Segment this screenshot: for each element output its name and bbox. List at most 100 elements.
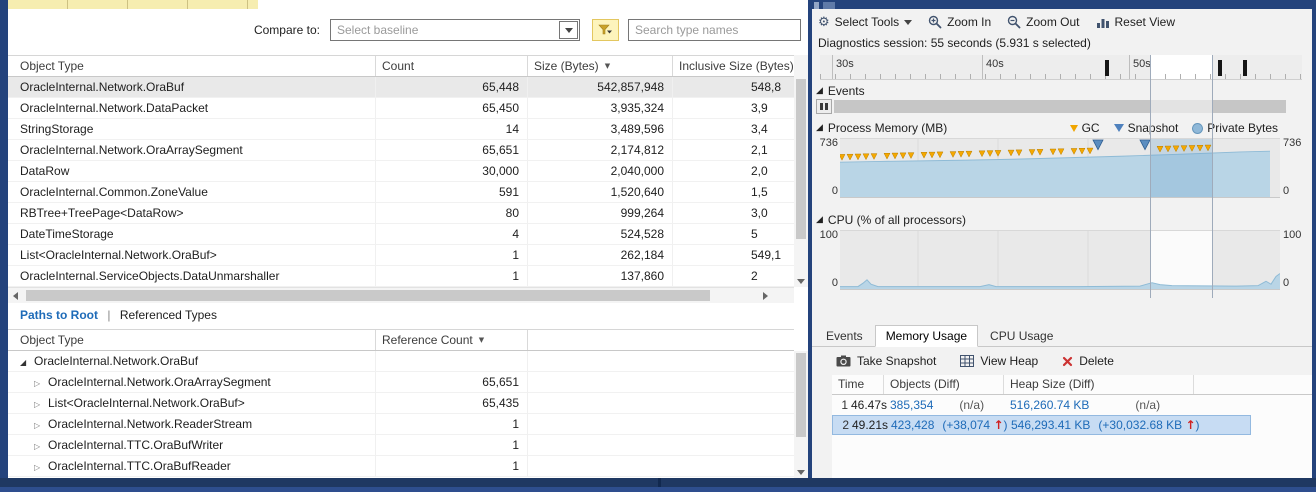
tree-row[interactable]: ▷ OracleInternal.TTC.OraBufReader 1 bbox=[8, 456, 794, 477]
expander-collapsed-icon[interactable]: ▷ bbox=[34, 373, 44, 393]
column-header-count[interactable]: Count bbox=[376, 56, 528, 76]
table-row[interactable]: RBTree+TreePage<DataRow> 80 999,264 3,0 bbox=[8, 203, 794, 224]
table-row[interactable]: List<OracleInternal.Network.OraBuf> 1 262,… bbox=[8, 245, 794, 266]
tree-row[interactable]: ▷ OracleInternal.Network.ReaderStream 1 bbox=[8, 414, 794, 435]
view-heap-button[interactable]: View Heap bbox=[960, 354, 1038, 368]
column-header-objects-diff[interactable]: Objects (Diff) bbox=[884, 375, 1004, 394]
expander-expanded-icon[interactable]: ◢ bbox=[816, 123, 823, 133]
gc-marker-icon bbox=[1015, 149, 1023, 157]
ruler-label: 30s bbox=[836, 58, 854, 70]
tree-row[interactable]: ◢ OracleInternal.Network.OraBuf bbox=[8, 351, 794, 372]
ruler-label: 50s bbox=[1133, 58, 1151, 70]
tab-referenced-types[interactable]: Referenced Types bbox=[120, 308, 217, 322]
clipped-tab-mark bbox=[823, 2, 835, 9]
paths-table-body: ◢ OracleInternal.Network.OraBuf ▷ OracleInt… bbox=[8, 351, 794, 478]
scrollbar-thumb[interactable] bbox=[796, 79, 806, 239]
zoom-in-button[interactable]: Zoom In bbox=[928, 15, 991, 29]
expander-collapsed-icon[interactable]: ▷ bbox=[34, 457, 44, 477]
column-header-object-type[interactable]: Object Type bbox=[8, 330, 376, 350]
ruler-minor-ticks bbox=[820, 74, 1302, 79]
delete-button[interactable]: Delete bbox=[1062, 354, 1114, 368]
expander-expanded-icon[interactable]: ◢ bbox=[20, 352, 30, 371]
tree-row[interactable]: ▷ List<OracleInternal.Network.OraBuf> 65,4… bbox=[8, 393, 794, 414]
table-row[interactable]: StringStorage 14 3,489,596 3,4 bbox=[8, 119, 794, 140]
table-row[interactable]: OracleInternal.Common.ZoneValue 591 1,520,… bbox=[8, 182, 794, 203]
table-row[interactable]: OracleInternal.Network.OraBuf 65,448 542,8… bbox=[8, 77, 794, 98]
snapshot-marker-icon bbox=[1113, 124, 1124, 132]
snapshot-row[interactable]: 249.21s423,428(+38,074 ↑)546,293.41 KB(+… bbox=[832, 415, 1251, 435]
scroll-down-icon[interactable] bbox=[797, 279, 805, 284]
expander-collapsed-icon[interactable]: ▷ bbox=[34, 436, 44, 456]
memory-section-header[interactable]: ◢ Process Memory (MB) bbox=[816, 120, 947, 136]
table-row[interactable]: DateTimeStorage 4 524,528 5 bbox=[8, 224, 794, 245]
zoom-out-button[interactable]: Zoom Out bbox=[1007, 15, 1080, 29]
column-header-heap-size-diff[interactable]: Heap Size (Diff) bbox=[1004, 375, 1194, 394]
scroll-right-icon[interactable] bbox=[763, 292, 768, 300]
select-tools-button[interactable]: ⚙ Select Tools bbox=[818, 14, 913, 30]
column-header-object-type[interactable]: Object Type bbox=[8, 56, 376, 76]
objects-count-link[interactable]: 385,354 bbox=[890, 398, 933, 412]
expander-collapsed-icon[interactable]: ▷ bbox=[34, 394, 44, 414]
scroll-left-icon[interactable] bbox=[13, 292, 18, 300]
heap-size-link[interactable]: 516,260.74 KB bbox=[1010, 398, 1089, 412]
column-header-inclusive-size[interactable]: Inclusive Size (Bytes) bbox=[673, 56, 794, 76]
snapshot-marker-icon[interactable] bbox=[1139, 139, 1151, 151]
memory-chart[interactable] bbox=[840, 138, 1280, 198]
tab-memory-usage[interactable]: Memory Usage bbox=[874, 325, 979, 347]
tab-cpu-usage[interactable]: CPU Usage bbox=[980, 326, 1063, 346]
table-row[interactable]: DataRow 30,000 2,040,000 2,0 bbox=[8, 161, 794, 182]
snapshot-time-marker bbox=[1218, 60, 1222, 76]
heap-table-vertical-scrollbar[interactable] bbox=[794, 55, 808, 287]
gc-marker-icon bbox=[936, 151, 944, 159]
tree-row[interactable]: ▷ OracleInternal.Network.OraArraySegment 6… bbox=[8, 372, 794, 393]
dropdown-arrow-icon[interactable] bbox=[559, 21, 578, 39]
table-row[interactable]: OracleInternal.ServiceObjects.DataUnmars… bbox=[8, 266, 794, 287]
column-header-size[interactable]: Size (Bytes) ▼ bbox=[528, 56, 673, 76]
paths-table-vertical-scrollbar[interactable] bbox=[794, 351, 808, 478]
objects-count-link[interactable]: 423,428 bbox=[891, 418, 934, 432]
expander-expanded-icon[interactable]: ◢ bbox=[816, 86, 823, 96]
snapshot-time-marker bbox=[1243, 60, 1247, 76]
heap-view-panel: Compare to: Select baseline Object Type … bbox=[8, 9, 808, 478]
table-row[interactable]: OracleInternal.Network.DataPacket 65,450 3… bbox=[8, 98, 794, 119]
tree-row[interactable]: ▷ OracleInternal.TTC.OraBufWriter 1 bbox=[8, 435, 794, 456]
memory-ymin-right: 0 bbox=[1283, 185, 1290, 197]
column-header-empty bbox=[528, 330, 794, 350]
camera-icon bbox=[836, 355, 851, 367]
baseline-dropdown[interactable]: Select baseline bbox=[330, 19, 580, 41]
cpu-ymin-right: 0 bbox=[1283, 277, 1290, 289]
zoom-in-icon bbox=[928, 15, 942, 29]
timeline-ruler[interactable]: 30s 40s 50s bbox=[820, 55, 1302, 80]
events-section-header[interactable]: ◢ Events bbox=[816, 83, 865, 99]
ruler-major-tick bbox=[832, 55, 833, 79]
heap-table-horizontal-scrollbar[interactable] bbox=[8, 287, 794, 303]
legend-snapshot: Snapshot bbox=[1113, 121, 1178, 135]
take-snapshot-button[interactable]: Take Snapshot bbox=[836, 354, 936, 368]
table-row[interactable]: OracleInternal.Network.OraArraySegment 65… bbox=[8, 140, 794, 161]
expander-collapsed-icon[interactable]: ▷ bbox=[34, 415, 44, 435]
filter-button[interactable] bbox=[592, 19, 619, 41]
gc-marker-icon bbox=[870, 153, 878, 160]
view-heap-icon bbox=[960, 355, 975, 367]
snapshot-marker-icon[interactable] bbox=[1092, 139, 1104, 151]
expander-expanded-icon[interactable]: ◢ bbox=[816, 215, 823, 225]
heap-size-link[interactable]: 546,293.41 KB bbox=[1011, 418, 1090, 432]
scrollbar-thumb[interactable] bbox=[796, 353, 806, 437]
reset-view-button[interactable]: Reset View bbox=[1096, 15, 1175, 29]
gc-marker-icon bbox=[1028, 149, 1036, 156]
column-header-time[interactable]: Time bbox=[832, 375, 884, 394]
search-input[interactable] bbox=[629, 22, 800, 38]
tab-events[interactable]: Events bbox=[816, 326, 873, 346]
events-track[interactable] bbox=[834, 100, 1286, 113]
gc-marker-icon bbox=[1049, 148, 1057, 156]
cpu-chart[interactable] bbox=[840, 230, 1280, 290]
cpu-section-header[interactable]: ◢ CPU (% of all processors) bbox=[816, 212, 966, 228]
cpu-ymax-left: 100 bbox=[819, 229, 838, 241]
column-header-reference-count[interactable]: Reference Count ▼ bbox=[376, 330, 528, 350]
scrollbar-thumb[interactable] bbox=[26, 290, 710, 301]
gear-icon: ⚙ bbox=[818, 14, 830, 30]
tab-paths-to-root[interactable]: Paths to Root bbox=[20, 308, 98, 322]
pause-button[interactable] bbox=[816, 99, 832, 114]
snapshot-row[interactable]: 1 46.47s 385,354 (n/a) 516,260.74 KB (n/a) bbox=[832, 395, 1251, 415]
scroll-down-icon[interactable] bbox=[797, 470, 805, 475]
